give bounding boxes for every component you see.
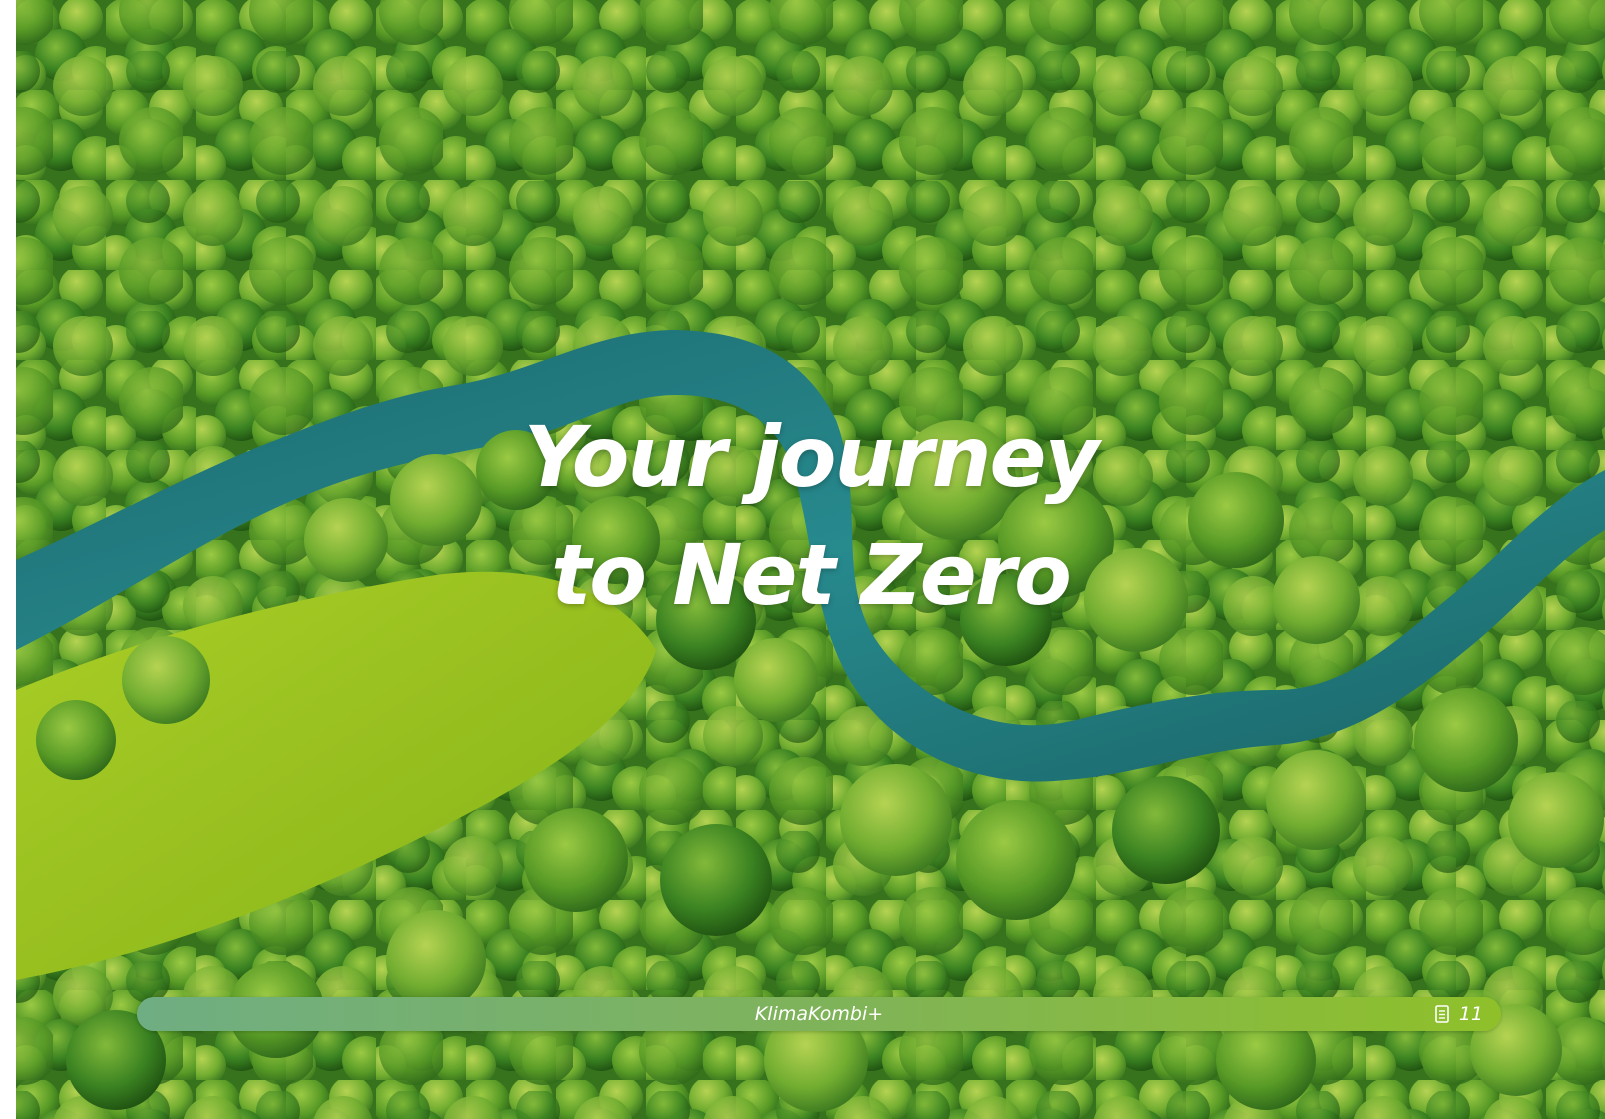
title-line-1: Your journey bbox=[523, 408, 1099, 506]
title-line-2: to Net Zero bbox=[551, 526, 1072, 624]
page-number: 11 bbox=[1458, 1003, 1483, 1025]
document-icon bbox=[1435, 1005, 1449, 1023]
footer-page-indicator: 11 bbox=[1435, 997, 1483, 1031]
footer-bar: KlimaKombi+ 11 bbox=[137, 997, 1501, 1031]
cover-page: Your journey to Net Zero KlimaKombi+ 11 bbox=[16, 0, 1605, 1119]
cover-title: Your journey to Net Zero bbox=[16, 398, 1605, 634]
footer-brand-label: KlimaKombi+ bbox=[754, 1003, 884, 1025]
